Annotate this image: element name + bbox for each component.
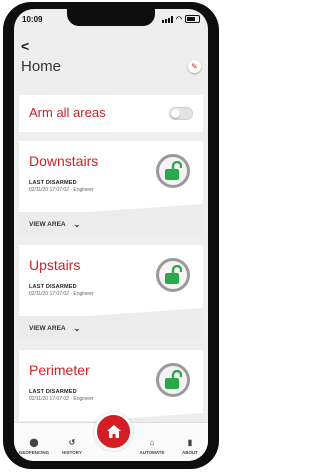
tab-history[interactable]: ↺ HISTORY — [52, 438, 92, 455]
arm-all-label: Arm all areas — [29, 105, 106, 120]
page-title: Home — [21, 58, 62, 75]
area-name: Downstairs — [29, 153, 99, 169]
tab-label: ABOUT — [182, 450, 198, 455]
pencil-icon: ✎ — [191, 62, 198, 71]
unlocked-padlock-icon — [165, 265, 182, 284]
view-area-toggle[interactable]: VIEW AREA ⌄ — [29, 324, 80, 333]
app-screen: 10:09 ◠ < Home ✎ Arm all areas Downstair… — [14, 9, 208, 461]
battery-icon — [185, 15, 200, 23]
bottom-tab-bar: ⬤ GEOFENCING ↺ HISTORY ⌂ AUTOMATE ▮ ABOU… — [14, 412, 208, 461]
lock-status-button[interactable] — [156, 258, 190, 292]
history-icon: ↺ — [68, 438, 76, 447]
automate-house-icon: ⌂ — [149, 438, 155, 447]
chevron-down-icon: ⌄ — [73, 220, 81, 229]
signal-icon — [161, 15, 173, 23]
info-icon: ▮ — [187, 438, 193, 447]
last-disarmed-label: LAST DISARMED — [29, 284, 77, 290]
status-time: 10:09 — [22, 15, 43, 24]
tab-about[interactable]: ▮ ABOUT — [170, 438, 208, 455]
tab-label: AUTOMATE — [139, 450, 165, 455]
lock-status-button[interactable] — [156, 154, 190, 188]
phone-frame: 10:09 ◠ < Home ✎ Arm all areas Downstair… — [3, 2, 219, 469]
last-disarmed-label: LAST DISARMED — [29, 389, 77, 395]
area-card-downstairs[interactable]: Downstairs LAST DISARMED 02/11/20 17:07:… — [19, 141, 203, 236]
view-area-label: VIEW AREA — [29, 221, 66, 228]
last-disarmed-label: LAST DISARMED — [29, 180, 77, 186]
area-name: Upstairs — [29, 257, 81, 273]
device-notch — [67, 9, 155, 26]
area-card-upstairs[interactable]: Upstairs LAST DISARMED 02/11/20 17:07:02… — [19, 245, 203, 340]
home-button[interactable] — [94, 412, 133, 451]
arm-all-toggle[interactable] — [169, 107, 193, 120]
toggle-knob — [171, 109, 180, 118]
last-disarmed-timestamp: 02/11/20 17:07:02 · Engineer — [29, 291, 94, 297]
area-name: Perimeter — [29, 362, 90, 378]
tab-label: GEOFENCING — [18, 450, 50, 455]
edit-button[interactable]: ✎ — [188, 60, 201, 73]
view-area-label: VIEW AREA — [29, 325, 66, 332]
view-area-toggle[interactable]: VIEW AREA ⌄ — [29, 220, 80, 229]
tab-geofencing[interactable]: ⬤ GEOFENCING — [14, 438, 54, 455]
status-icons: ◠ — [161, 15, 200, 23]
location-pin-icon: ⬤ — [29, 438, 39, 447]
chevron-down-icon: ⌄ — [73, 324, 81, 333]
unlocked-padlock-icon — [165, 161, 182, 180]
home-icon — [106, 425, 121, 438]
arm-all-row: Arm all areas — [19, 95, 203, 132]
tab-automate[interactable]: ⌂ AUTOMATE — [132, 438, 172, 455]
back-button[interactable]: < — [21, 38, 29, 54]
unlocked-padlock-icon — [165, 370, 182, 389]
lock-status-button[interactable] — [156, 363, 190, 397]
wifi-icon: ◠ — [175, 16, 182, 23]
last-disarmed-timestamp: 02/11/20 17:07:02 · Engineer — [29, 187, 94, 193]
last-disarmed-timestamp: 02/11/20 17:07:02 · Engineer — [29, 396, 94, 402]
tab-label: HISTORY — [62, 450, 82, 455]
